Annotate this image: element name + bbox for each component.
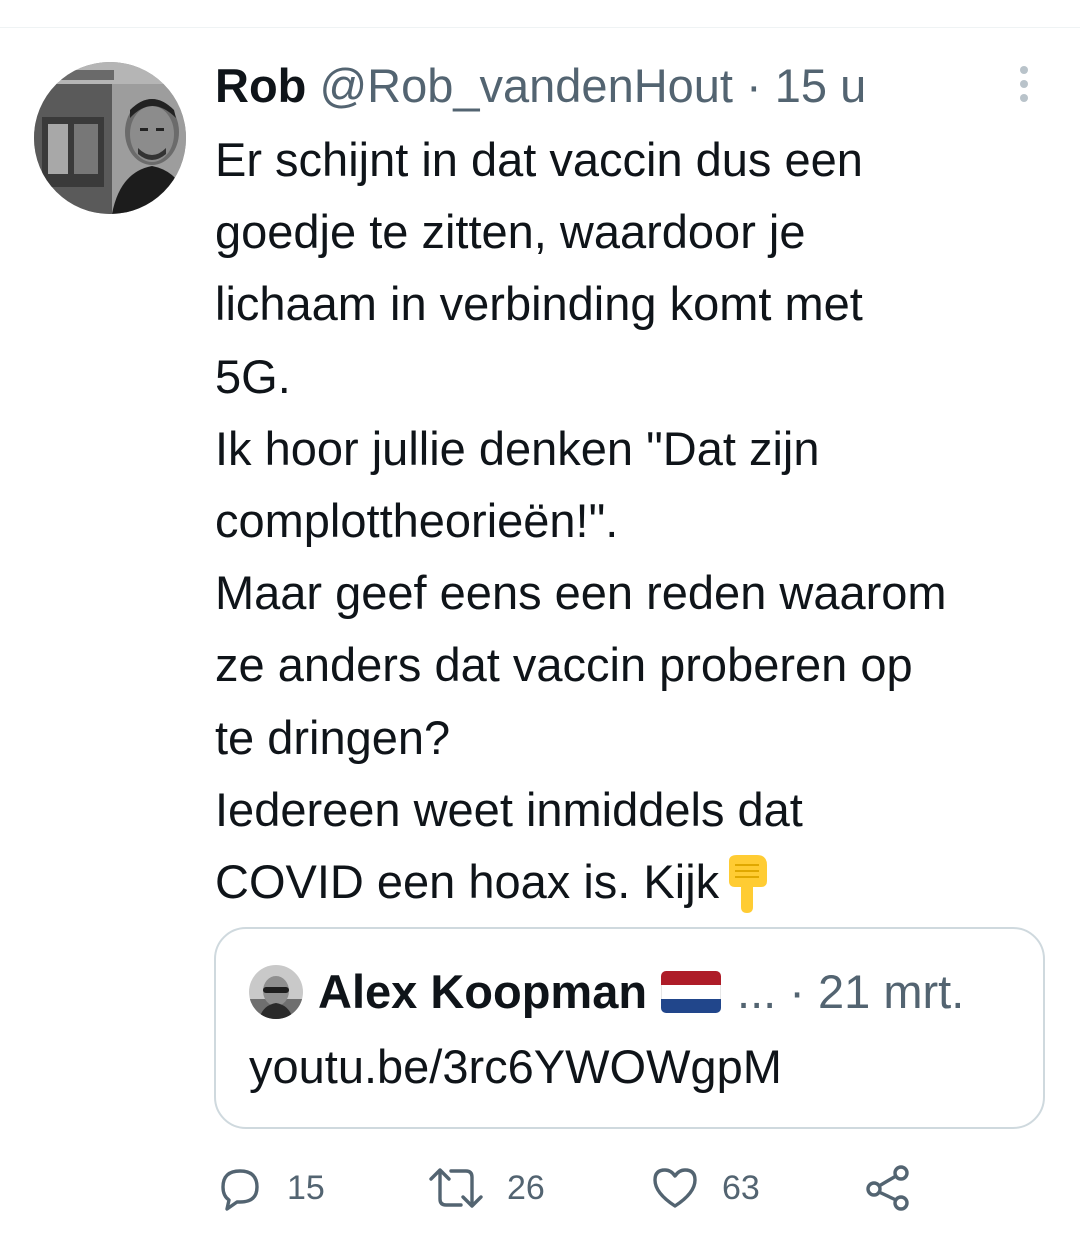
netherlands-flag-icon: [661, 970, 722, 1013]
tweet-actions-bar: 15 26 63: [215, 1163, 1015, 1213]
quoted-tweet-date: 21 mrt.: [818, 965, 965, 1018]
top-divider: [0, 27, 1080, 28]
quoted-author-name: Alex Koopman: [318, 965, 648, 1018]
author-name[interactable]: Rob: [215, 59, 306, 112]
retweet-count: 26: [507, 1168, 545, 1207]
more-vertical-icon: [1020, 66, 1028, 102]
tweet-line-text: COVID een hoax is. Kijk: [215, 855, 720, 909]
tweet-line: Ik hoor jullie denken "Dat zijn: [215, 421, 820, 475]
quoted-handle-ellipsis: ...: [737, 965, 777, 1018]
tweet-text: Er schijnt in dat vaccin dus een goedje …: [215, 124, 1065, 918]
share-icon: [866, 1165, 909, 1211]
like-count: 63: [722, 1168, 760, 1207]
tweet-line: lichaam in verbinding komt met: [215, 277, 863, 331]
quoted-separator: ·: [789, 965, 805, 1018]
quoted-tweet-header: Alex Koopman... · 21 mrt.: [318, 964, 964, 1020]
reply-count: 15: [287, 1168, 325, 1207]
tweet-line: ze anders dat vaccin proberen op: [215, 638, 913, 692]
reply-icon: [221, 1169, 259, 1211]
retweet-icon: [429, 1168, 483, 1208]
tweet-line: Iedereen weet inmiddels dat: [215, 782, 803, 836]
retweet-button[interactable]: 26: [427, 1163, 545, 1213]
tweet-header: Rob @Rob_vandenHout · 15 u: [215, 58, 866, 114]
quoted-avatar-photo: [249, 965, 303, 1019]
tweet-time[interactable]: 15 u: [775, 59, 866, 112]
quoted-author-avatar: [249, 965, 303, 1019]
tweet-line: Er schijnt in dat vaccin dus een: [215, 133, 863, 186]
tweet-line: 5G.: [215, 349, 291, 403]
tweet-line: te dringen?: [215, 710, 451, 764]
more-options-button[interactable]: [1004, 62, 1044, 106]
tweet-line-last: COVID een hoax is. Kijk: [215, 846, 1065, 918]
like-button[interactable]: 63: [650, 1163, 760, 1213]
author-handle[interactable]: @Rob_vandenHout: [319, 59, 733, 112]
header-separator: ·: [746, 59, 762, 112]
quoted-tweet-card[interactable]: Alex Koopman... · 21 mrt. youtu.be/3rc6Y…: [214, 927, 1045, 1129]
tweet-line: goedje te zitten, waardoor je: [215, 205, 806, 259]
author-avatar[interactable]: [34, 62, 186, 214]
heart-icon: [653, 1168, 697, 1208]
share-button[interactable]: [863, 1163, 913, 1213]
quoted-tweet-link[interactable]: youtu.be/3rc6YWOWgpM: [249, 1037, 782, 1097]
reply-button[interactable]: 15: [215, 1163, 325, 1213]
pointing-down-emoji: [729, 854, 768, 913]
tweet-line: complottheorieën!".: [215, 494, 619, 548]
avatar-photo: [34, 62, 186, 214]
tweet-line: Maar geef eens een reden waarom: [215, 566, 947, 620]
